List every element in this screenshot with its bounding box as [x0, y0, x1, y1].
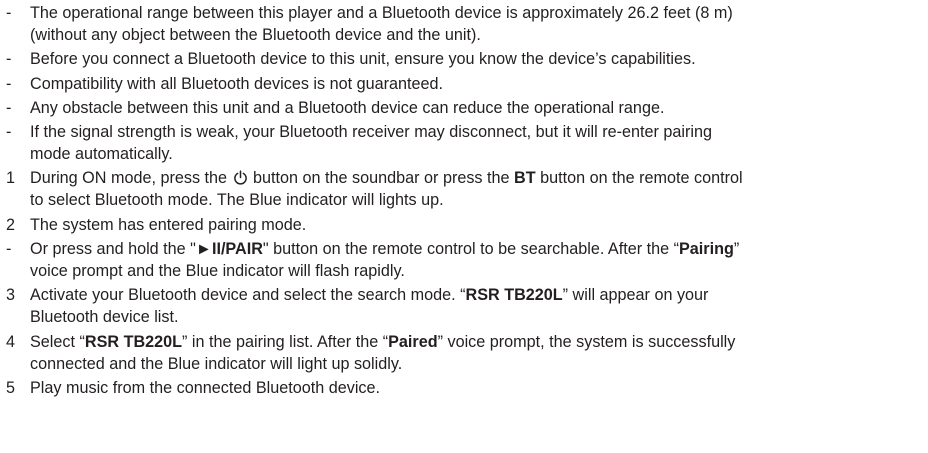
text-segment: " button on the remote control to be sea…: [262, 240, 679, 259]
list-item: 3 Activate your Bluetooth device and sel…: [6, 284, 928, 328]
text-segment: During ON mode, press the: [30, 169, 228, 188]
list-item-text: Play music from the connected Bluetooth …: [30, 377, 920, 399]
text-line: (without any object between the Bluetoot…: [30, 26, 481, 44]
text-segment: Select “: [30, 332, 85, 351]
list-marker: 1: [6, 169, 16, 188]
text-segment: button on the remote control: [540, 169, 743, 188]
list-item: 2 The system has entered pairing mode.: [6, 214, 928, 236]
list-item-text: Select “RSR TB220L” in the pairing list.…: [30, 331, 920, 375]
text-segment: ”: [733, 240, 740, 259]
list-item: - Before you connect a Bluetooth device …: [6, 48, 928, 70]
list-item-text: Compatibility with all Bluetooth devices…: [30, 73, 920, 95]
device-name-label: RSR TB220L: [84, 332, 183, 351]
list-marker: -: [6, 4, 12, 22]
list-marker: 5: [6, 378, 16, 397]
text-line: connected and the Blue indicator will li…: [30, 354, 403, 373]
text-line: mode automatically.: [30, 145, 173, 164]
list-item-text: If the signal strength is weak, your Blu…: [30, 121, 920, 165]
list-item: - Compatibility with all Bluetooth devic…: [6, 73, 928, 95]
list-item-text: Before you connect a Bluetooth device to…: [30, 48, 920, 70]
bt-button-label: BT: [514, 169, 536, 188]
list-item-text: Or press and hold the "►II/PAIR" button …: [30, 238, 920, 282]
text-line: Play music from the connected Bluetooth …: [30, 378, 381, 397]
list-marker: -: [6, 240, 12, 259]
power-icon: [233, 170, 247, 186]
text-line: Any obstacle between this unit and a Blu…: [30, 98, 665, 117]
list-item: - If the signal strength is weak, your B…: [6, 121, 928, 165]
text-line: The system has entered pairing mode.: [30, 215, 307, 234]
list-item: - The operational range between this pla…: [6, 2, 928, 46]
text-line: The operational range between this playe…: [30, 4, 733, 22]
list-marker: -: [6, 74, 12, 93]
text-segment: ” will appear on your: [562, 286, 709, 305]
list-item-text: The operational range between this playe…: [30, 2, 920, 46]
list-marker: -: [6, 50, 12, 69]
list-marker: -: [6, 123, 12, 142]
text-line: If the signal strength is weak, your Blu…: [30, 123, 713, 142]
list-item-text: Activate your Bluetooth device and selec…: [30, 284, 920, 328]
list-item: 4 Select “RSR TB220L” in the pairing lis…: [6, 331, 928, 375]
device-name-label: RSR TB220L: [465, 286, 563, 305]
text-segment: Activate your Bluetooth device and selec…: [30, 286, 466, 305]
bluetooth-instructions: - The operational range between this pla…: [0, 0, 928, 399]
list-item: - Or press and hold the "►II/PAIR" butto…: [6, 238, 928, 282]
paired-prompt-label: Paired: [388, 332, 438, 351]
list-item: - Any obstacle between this unit and a B…: [6, 97, 928, 119]
text-line: to select Bluetooth mode. The Blue indic…: [30, 191, 444, 210]
list-marker: -: [6, 98, 12, 117]
list-item: 1 During ON mode, press the button on th…: [6, 167, 928, 211]
text-line: Compatibility with all Bluetooth devices…: [30, 74, 444, 93]
text-segment: Or press and hold the ": [30, 240, 196, 259]
list-item-text: The system has entered pairing mode.: [30, 214, 920, 236]
play-pause-pair-button-label: ►II/PAIR: [195, 240, 263, 259]
list-item: 5 Play music from the connected Bluetoot…: [6, 377, 928, 399]
text-segment: button on the soundbar or press the: [253, 169, 510, 188]
list-marker: 2: [6, 215, 16, 234]
list-item-text: During ON mode, press the button on the …: [30, 167, 920, 211]
text-line: Bluetooth device list.: [30, 308, 179, 327]
text-segment: ” in the pairing list. After the “: [182, 332, 389, 351]
list-marker: 3: [6, 286, 16, 305]
text-line: Before you connect a Bluetooth device to…: [30, 50, 696, 69]
text-segment: ” voice prompt, the system is successful…: [437, 332, 736, 351]
list-item-text: Any obstacle between this unit and a Blu…: [30, 97, 920, 119]
list-marker: 4: [6, 332, 16, 351]
pairing-prompt-label: Pairing: [679, 240, 734, 259]
text-line: voice prompt and the Blue indicator will…: [30, 262, 405, 281]
